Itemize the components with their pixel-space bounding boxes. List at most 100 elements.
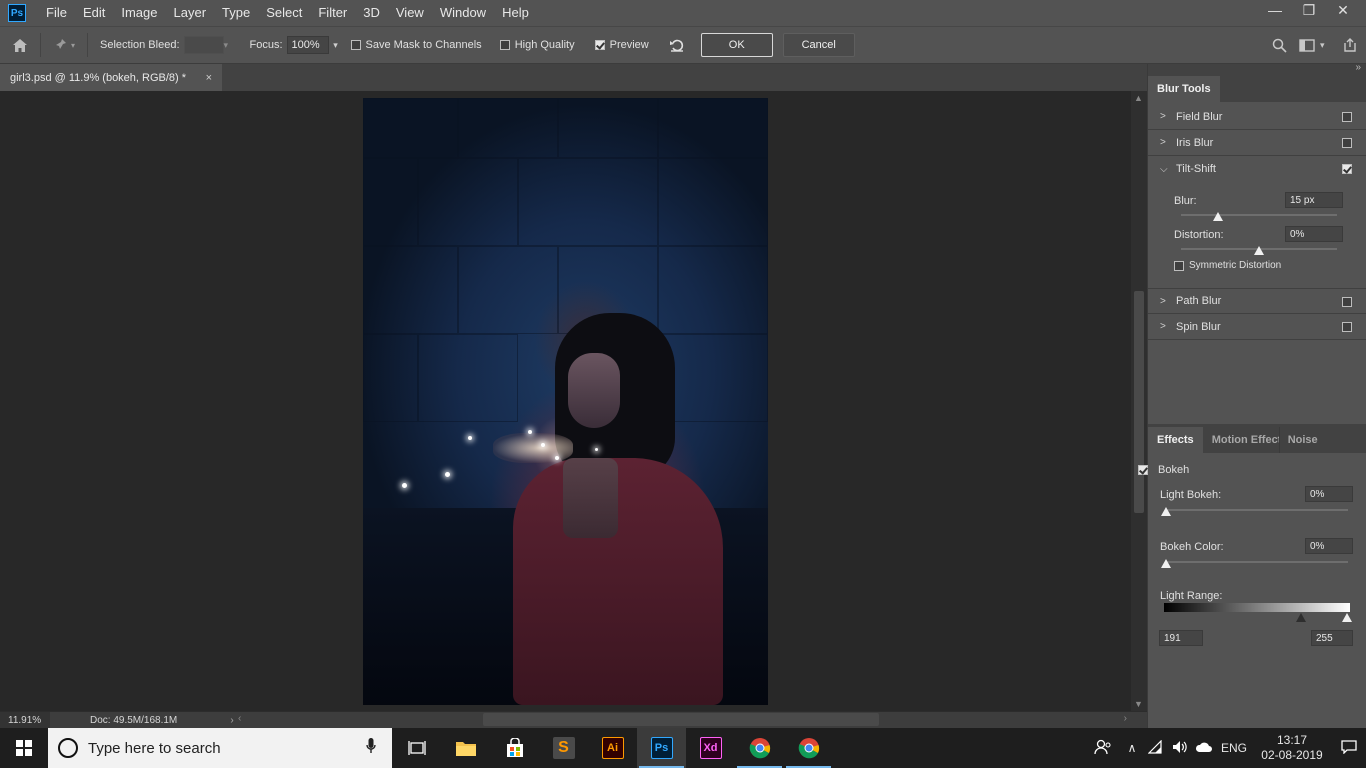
menu-edit[interactable]: Edit [75,0,113,26]
light-range-low-handle[interactable] [1296,613,1306,622]
chevron-left-icon[interactable]: ‹ [238,713,241,724]
microphone-icon[interactable] [366,738,376,758]
chevron-right-icon[interactable]: > [1160,137,1176,148]
windows-start-icon[interactable] [0,728,48,768]
blur-item-spin[interactable]: > Spin Blur [1148,314,1366,340]
light-range-high-handle[interactable] [1342,613,1352,622]
horizontal-scrollbar[interactable]: ‹ › [236,712,1131,729]
chevron-down-icon[interactable]: ▾ [1320,40,1334,51]
iris-blur-checkbox[interactable] [1342,138,1352,148]
preview-option[interactable]: Preview [594,39,653,51]
language-indicator[interactable]: ENG [1216,741,1252,755]
chevron-up-icon[interactable]: ∧ [1120,741,1144,755]
network-icon[interactable] [1144,739,1168,757]
chevron-up-icon[interactable]: ▲ [1134,93,1143,103]
notification-icon[interactable] [1332,739,1366,757]
symmetric-distortion-option[interactable]: Symmetric Distortion [1174,260,1281,271]
selection-bleed-input[interactable] [183,36,224,54]
chevron-down-icon[interactable]: ▾ [224,40,236,51]
menu-view[interactable]: View [388,0,432,26]
ok-button[interactable]: OK [700,33,773,57]
task-view-icon[interactable] [392,728,441,768]
chrome-icon-2[interactable] [784,728,833,768]
bokeh-color-slider-track[interactable] [1165,561,1348,563]
light-bokeh-slider-track[interactable] [1165,509,1348,511]
field-blur-checkbox[interactable] [1342,112,1352,122]
tilt-shift-checkbox[interactable] [1342,164,1352,174]
clock[interactable]: 13:17 02-08-2019 [1252,733,1332,763]
high-quality-checkbox[interactable] [499,40,510,50]
blur-item-field[interactable]: > Field Blur [1148,104,1366,130]
chevron-down-icon[interactable]: ⌵ [1160,164,1176,175]
menu-select[interactable]: Select [258,0,310,26]
spin-blur-checkbox[interactable] [1342,322,1352,332]
xd-icon[interactable]: Xd [686,728,735,768]
menu-3d[interactable]: 3D [355,0,388,26]
close-tab-icon[interactable]: × [206,72,212,84]
light-range-low-input[interactable]: 191 [1159,630,1203,646]
blur-slider-handle[interactable] [1213,212,1223,221]
light-bokeh-input[interactable]: 0% [1305,486,1353,502]
tab-noise[interactable]: Noise [1278,427,1330,453]
zoom-field[interactable]: 11.91% [0,711,50,729]
chevron-right-icon[interactable]: > [1160,321,1176,332]
tab-motion-effects[interactable]: Motion Effects [1203,427,1279,453]
chevron-right-icon[interactable]: > [1160,296,1176,307]
menu-file[interactable]: File [38,0,75,26]
chevron-right-icon[interactable]: > [1160,111,1176,122]
blur-amount-input[interactable]: 15 px [1285,192,1343,208]
search-icon[interactable] [1264,38,1294,53]
chevron-down-icon[interactable]: ▼ [1134,699,1143,709]
save-mask-checkbox[interactable] [350,40,361,50]
bokeh-color-slider-handle[interactable] [1161,559,1171,568]
canvas-area[interactable] [0,91,1131,711]
menu-layer[interactable]: Layer [166,0,215,26]
doc-size[interactable]: Doc: 49.5M/168.1M [50,715,222,726]
store-icon[interactable] [490,728,539,768]
tab-blur-tools[interactable]: Blur Tools [1148,76,1220,102]
menu-type[interactable]: Type [214,0,258,26]
light-bokeh-slider-handle[interactable] [1161,507,1171,516]
chevron-down-icon[interactable]: ▾ [329,40,343,51]
blur-item-iris[interactable]: > Iris Blur [1148,130,1366,156]
volume-icon[interactable] [1168,740,1192,757]
bokeh-checkbox[interactable] [1138,465,1148,475]
blur-item-tilt-shift[interactable]: ⌵ Tilt-Shift [1148,156,1366,182]
menu-window[interactable]: Window [432,0,494,26]
symmetric-distortion-checkbox[interactable] [1174,260,1184,271]
onedrive-icon[interactable] [1192,741,1216,756]
document-tab[interactable]: girl3.psd @ 11.9% (bokeh, RGB/8) * × [0,64,222,91]
workspace-icon[interactable] [1294,38,1320,52]
blur-item-path[interactable]: > Path Blur [1148,288,1366,314]
light-range-gradient[interactable] [1164,603,1350,612]
file-explorer-icon[interactable] [441,728,490,768]
light-range-high-input[interactable]: 255 [1311,630,1353,646]
tab-effects[interactable]: Effects [1148,427,1203,453]
pin-tool-icon[interactable]: ▾ [41,38,87,52]
distortion-input[interactable]: 0% [1285,226,1343,242]
cancel-button[interactable]: Cancel [782,33,855,57]
menu-help[interactable]: Help [494,0,537,26]
distortion-slider-handle[interactable] [1254,246,1264,255]
path-blur-checkbox[interactable] [1342,297,1352,307]
illustrator-icon[interactable]: Ai [588,728,637,768]
restore-button[interactable]: ❐ [1292,0,1326,22]
sublime-text-icon[interactable]: S [539,728,588,768]
chrome-icon[interactable] [735,728,784,768]
horizontal-scroll-thumb[interactable] [483,713,879,726]
chevron-right-icon[interactable]: › [1124,713,1127,724]
reset-icon[interactable] [663,38,691,52]
document-image[interactable] [363,98,768,705]
menu-image[interactable]: Image [113,0,165,26]
blur-slider-track[interactable] [1181,214,1337,216]
close-button[interactable]: ✕ [1326,0,1360,22]
minimize-button[interactable]: — [1258,0,1292,22]
taskbar-search[interactable]: Type here to search [48,728,392,768]
people-icon[interactable] [1086,739,1120,758]
high-quality-option[interactable]: High Quality [499,39,579,51]
collapse-panel-icon[interactable]: » [1355,62,1361,73]
home-icon[interactable] [0,38,40,53]
preview-checkbox[interactable] [594,40,605,50]
bokeh-color-input[interactable]: 0% [1305,538,1353,554]
vertical-scroll-thumb[interactable] [1134,291,1144,513]
